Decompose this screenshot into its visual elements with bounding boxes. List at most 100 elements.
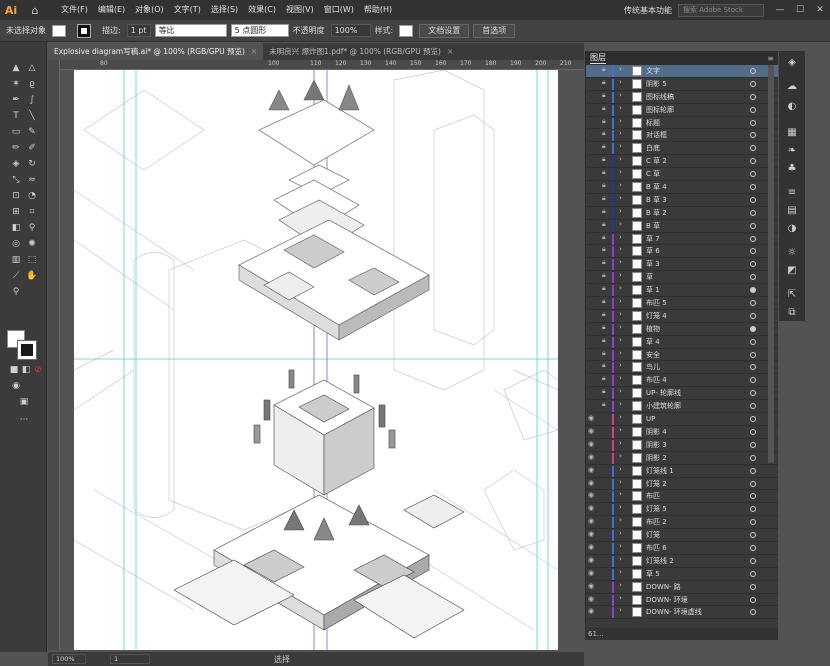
menu-edit[interactable]: 编辑(E) [93, 0, 130, 20]
blend-tool-icon[interactable]: ◎ [9, 238, 23, 251]
layer-row[interactable]: ◉ › UP [586, 413, 778, 426]
expand-chevron-icon[interactable]: › [619, 142, 622, 150]
visibility-eye-icon[interactable]: ◉ [588, 517, 598, 527]
stroke-color-icon[interactable] [17, 340, 37, 360]
draw-mode-icon[interactable]: ◉ [9, 380, 23, 393]
expand-chevron-icon[interactable]: › [619, 606, 622, 614]
layer-row[interactable]: 🔒︎ › 图标线稿 [586, 90, 778, 104]
expand-chevron-icon[interactable]: › [619, 413, 622, 421]
layer-row[interactable]: 🔒︎ › 小建筑轮廓 [586, 400, 778, 414]
layer-row[interactable]: ◉ › 阴影 3 [586, 438, 778, 452]
artboard-navigator[interactable]: 1 [110, 654, 150, 664]
layer-row[interactable]: ◉ › DOWN- 环境 [586, 593, 778, 607]
target-circle-icon[interactable] [750, 287, 756, 294]
target-circle-icon[interactable] [750, 158, 756, 165]
layers-tab[interactable]: 图层 [590, 52, 606, 64]
expand-chevron-icon[interactable]: › [619, 452, 622, 460]
stock-search-input[interactable]: 搜索 Adobe Stock [678, 3, 764, 17]
visibility-eye-icon[interactable] [588, 246, 598, 256]
expand-chevron-icon[interactable]: › [619, 245, 622, 253]
target-circle-icon[interactable] [750, 454, 756, 461]
visibility-eye-icon[interactable]: ◉ [588, 556, 598, 566]
layer-name[interactable]: 对话框 [646, 129, 667, 141]
layer-row[interactable]: 🔒︎ › UP- 轮廓线 [586, 387, 778, 401]
target-circle-icon[interactable] [750, 171, 756, 178]
visibility-eye-icon[interactable] [588, 272, 598, 282]
layer-name[interactable]: 图标轮廓 [646, 104, 674, 116]
preferences-button[interactable]: 首选项 [473, 23, 516, 38]
visibility-eye-icon[interactable] [588, 362, 598, 372]
appearance-dock-icon[interactable]: ☼ [785, 247, 799, 259]
expand-chevron-icon[interactable]: › [619, 503, 622, 511]
layer-name[interactable]: 草 1 [646, 284, 660, 296]
target-circle-icon[interactable] [750, 609, 756, 616]
lock-icon[interactable]: 🔒︎ [602, 361, 610, 370]
lock-icon[interactable]: 🔒︎ [602, 181, 610, 190]
graph-tool-icon[interactable]: ▥ [9, 254, 23, 267]
visibility-eye-icon[interactable] [588, 401, 598, 411]
target-circle-icon[interactable] [750, 68, 756, 74]
layer-name[interactable]: 灯笼线 2 [646, 555, 674, 567]
lock-icon[interactable]: 🔒︎ [602, 400, 610, 409]
layer-name[interactable]: 灯笼 5 [646, 503, 667, 515]
layer-row[interactable]: ◉ › DOWN- 路 [586, 580, 778, 594]
layer-name[interactable]: DOWN- 环境虚线 [646, 606, 702, 618]
minimize-icon[interactable]: — [770, 5, 790, 15]
visibility-eye-icon[interactable]: ◉ [588, 479, 598, 489]
layer-name[interactable]: 鸟儿 [646, 361, 660, 373]
lock-icon[interactable]: 🔒︎ [602, 323, 610, 332]
layer-row[interactable]: 🔒︎ › B 草 [586, 219, 778, 233]
expand-chevron-icon[interactable]: › [619, 194, 622, 202]
layer-row[interactable]: ◉ › DOWN- 环境虚线 [586, 606, 778, 620]
visibility-eye-icon[interactable] [588, 195, 598, 205]
stroke-weight-field[interactable]: 1 pt [126, 24, 151, 37]
lock-icon[interactable]: 🔒︎ [602, 91, 610, 100]
target-circle-icon[interactable] [750, 428, 756, 435]
layer-row[interactable]: 🔒︎ › 鸟儿 [586, 361, 778, 375]
layer-name[interactable]: 植物 [646, 323, 660, 335]
expand-chevron-icon[interactable]: › [619, 361, 622, 369]
tab-close-icon[interactable]: × [251, 47, 257, 56]
layers-scrollbar[interactable] [768, 65, 774, 463]
layer-name[interactable]: B 草 [646, 220, 660, 232]
visibility-eye-icon[interactable] [588, 66, 598, 76]
layer-row[interactable]: ◉ › 灯笼 [586, 529, 778, 542]
stroke-dock-icon[interactable]: ≡ [785, 187, 799, 199]
menu-file[interactable]: 文件(F) [56, 0, 93, 20]
layer-name[interactable]: 标题 [646, 117, 660, 129]
layer-row[interactable]: 🔒︎ › B 草 4 [586, 181, 778, 194]
opacity-field[interactable]: 100% [330, 24, 371, 37]
visibility-eye-icon[interactable] [588, 169, 598, 179]
layer-row[interactable]: 🔒︎ › 对话框 [586, 129, 778, 143]
close-icon[interactable]: ✕ [810, 5, 830, 15]
layer-row[interactable]: ◉ › 布匹 6 [586, 541, 778, 555]
expand-chevron-icon[interactable]: › [619, 117, 622, 125]
layer-row[interactable]: 🔒︎ › 布匹 5 [586, 297, 778, 310]
layer-row[interactable]: ◉ › 灯笼 2 [586, 477, 778, 491]
visibility-eye-icon[interactable]: ◉ [588, 543, 598, 553]
expand-chevron-icon[interactable]: › [619, 155, 622, 163]
expand-chevron-icon[interactable]: › [619, 168, 622, 176]
visibility-eye-icon[interactable] [588, 375, 598, 385]
layer-name[interactable]: 草 [646, 271, 653, 283]
document-tab[interactable]: Explosive diagram写稿.ai* @ 100% (RGB/GPU … [48, 43, 264, 60]
expand-chevron-icon[interactable]: › [619, 555, 622, 563]
visibility-eye-icon[interactable]: ◉ [588, 504, 598, 514]
expand-chevron-icon[interactable]: › [619, 271, 622, 279]
curvature-tool-icon[interactable]: ∫ [25, 94, 39, 107]
expand-chevron-icon[interactable]: › [619, 233, 622, 241]
expand-chevron-icon[interactable]: › [619, 297, 622, 305]
layer-row[interactable]: 🔒︎ › 草 [586, 271, 778, 285]
visibility-eye-icon[interactable] [588, 311, 598, 321]
expand-chevron-icon[interactable]: › [619, 284, 622, 292]
transparency-dock-icon[interactable]: ◑ [785, 223, 799, 235]
lock-icon[interactable]: 🔒︎ [602, 142, 610, 151]
gradient-tool-icon[interactable]: ◧ [9, 222, 23, 235]
layer-row[interactable]: 🔒︎ › 布匹 4 [586, 374, 778, 388]
layer-row[interactable]: 🔒︎ › 草 6 [586, 245, 778, 259]
brushes-dock-icon[interactable]: ❧ [785, 145, 799, 157]
target-circle-icon[interactable] [750, 364, 756, 371]
lock-icon[interactable]: 🔒︎ [602, 245, 610, 254]
style-swatch[interactable] [399, 24, 414, 37]
lock-icon[interactable]: 🔒︎ [602, 271, 610, 280]
